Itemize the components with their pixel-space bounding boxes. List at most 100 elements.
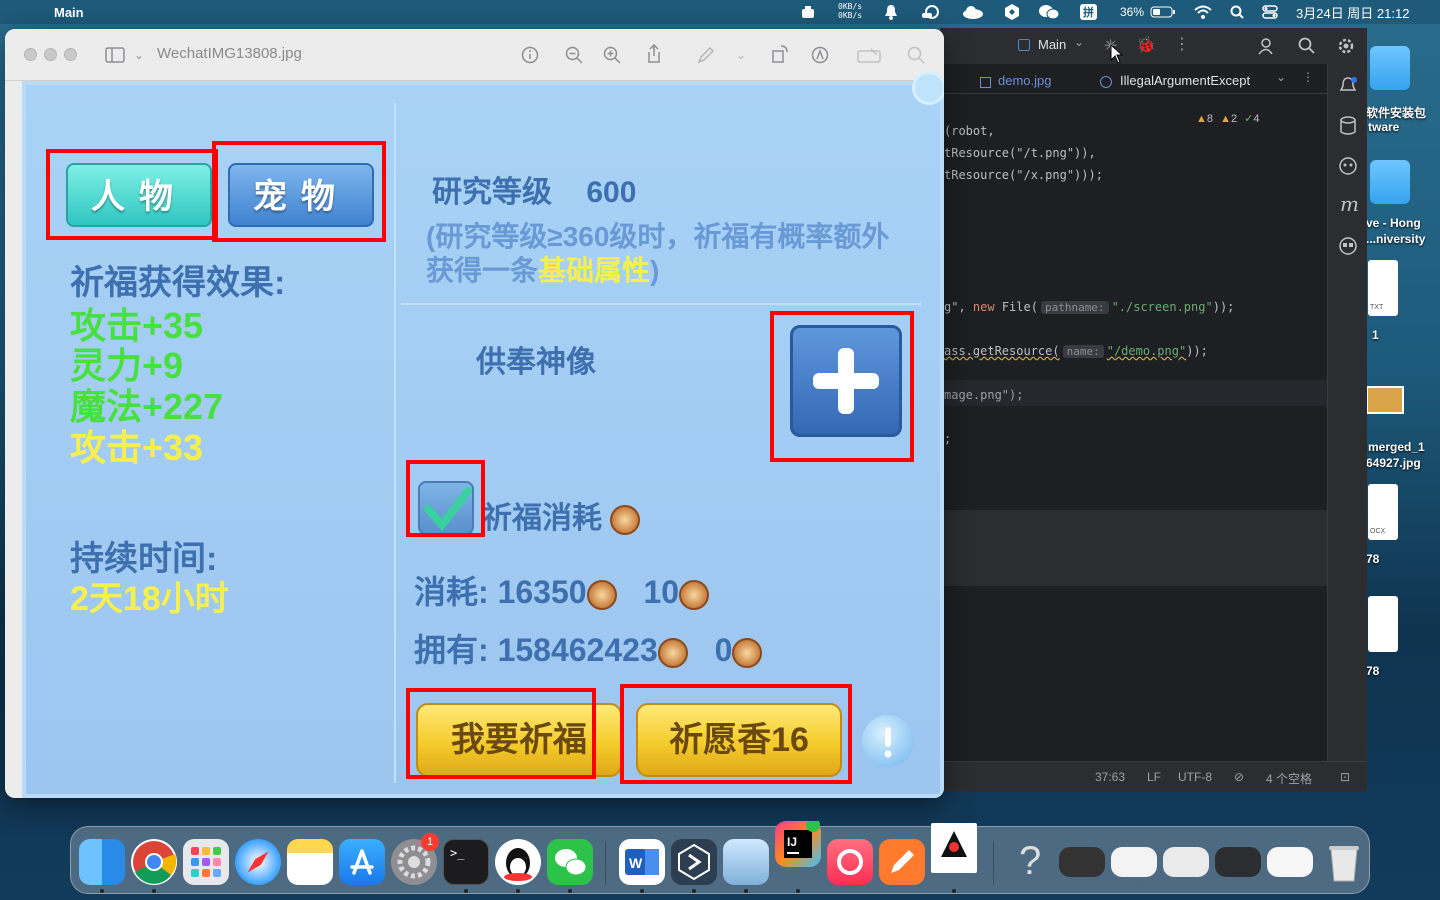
tab-more-icon[interactable]: ⋮ (1302, 70, 1314, 84)
ai-assistant-icon[interactable] (1338, 156, 1358, 176)
zoom-in-icon[interactable] (603, 46, 621, 64)
consume-label: 祈福消耗 (482, 502, 602, 535)
no-hide-icon[interactable]: ⊘ (1234, 770, 1244, 784)
debug-bug-icon[interactable]: 🐞 (1136, 35, 1156, 55)
code-line[interactable]: (robot, (944, 124, 995, 138)
wifi-icon[interactable] (1194, 0, 1212, 24)
terminal-icon[interactable]: >_ (443, 839, 489, 885)
control-center-icon[interactable] (1262, 0, 1278, 24)
help-icon[interactable]: ? (1007, 839, 1053, 885)
share-icon[interactable] (645, 44, 663, 64)
minimized-window-thumbnail[interactable] (1111, 847, 1157, 877)
bottom-panel (940, 510, 1328, 586)
indent-setting[interactable]: 4 个空格 (1266, 770, 1312, 787)
desktop-document-icon[interactable] (1368, 596, 1398, 652)
run-config-selector[interactable]: Main (1038, 37, 1066, 52)
chevron-down-icon[interactable]: ⌄ (729, 43, 753, 67)
offering-label: 供奉神像 (476, 346, 596, 379)
tab-list-chevron-icon[interactable]: ⌄ (1276, 70, 1286, 84)
word-icon[interactable]: W (619, 839, 665, 885)
code-line[interactable]: tResource("/x.png"))); (944, 168, 1103, 182)
minimized-window-thumbnail[interactable] (1163, 847, 1209, 877)
weather-icon[interactable] (920, 0, 940, 24)
inspection-summary[interactable]: ▲8 ▲2 ✓4 (1196, 112, 1260, 125)
zoom-window-button[interactable] (64, 48, 77, 61)
info-icon[interactable] (521, 46, 539, 64)
copilot-icon[interactable] (1338, 236, 1358, 256)
app-store-icon[interactable] (339, 839, 385, 885)
tab-illegal-argument[interactable]: IllegalArgumentExcept (1120, 73, 1250, 88)
lock-icon[interactable]: ⊡ (1340, 770, 1350, 784)
trash-icon[interactable] (1321, 839, 1367, 885)
code-line[interactable]: ass.getResource(name: "/demo.png")); (944, 344, 1208, 358)
database-icon[interactable] (1338, 116, 1358, 136)
preview-icon[interactable] (723, 839, 769, 885)
maven-m-icon[interactable]: m (1340, 192, 1359, 216)
annotate-icon[interactable] (811, 46, 829, 64)
cost-tokens-value: 10 (643, 574, 680, 610)
markup-pen-icon[interactable] (697, 46, 715, 64)
line-ending[interactable]: LF (1147, 770, 1161, 784)
remote-desktop-icon[interactable] (671, 839, 717, 885)
intellij-icon[interactable]: IJ (775, 818, 821, 867)
token-icon (732, 637, 763, 668)
highlight-box (620, 684, 852, 784)
minimized-window-thumbnail[interactable] (1267, 847, 1313, 877)
rotate-icon[interactable] (771, 45, 789, 63)
search-icon[interactable] (1298, 37, 1316, 55)
chrome-icon[interactable] (131, 839, 177, 885)
wechat-icon[interactable] (547, 839, 593, 885)
qq-icon[interactable] (495, 839, 541, 885)
java-icon[interactable] (931, 823, 977, 873)
minimized-window-thumbnail[interactable] (1059, 847, 1105, 877)
network-speed[interactable]: 0KB/s 0KB/s (838, 2, 862, 22)
tab-demo-jpg[interactable]: demo.jpg (998, 73, 1051, 88)
active-app-name[interactable]: Main (54, 0, 84, 24)
desktop-folder-icon[interactable] (1370, 160, 1410, 204)
code-line[interactable]: ; (944, 432, 951, 446)
gpu-icon[interactable] (800, 0, 816, 24)
help-info-button[interactable] (862, 715, 914, 767)
search-icon[interactable] (907, 46, 925, 64)
menubar-clock[interactable]: 3月24日 周日 21:12 (1296, 0, 1409, 24)
shield-app-icon[interactable] (1004, 0, 1020, 24)
settings-gear-icon[interactable] (1336, 36, 1356, 56)
file-encoding[interactable]: UTF-8 (1178, 770, 1212, 784)
chevron-down-icon[interactable]: ⌄ (1074, 35, 1084, 49)
desktop-txt-file-icon[interactable]: TXT (1368, 260, 1398, 316)
chevron-down-icon[interactable]: ⌄ (127, 43, 151, 67)
notifications-bell-icon[interactable] (1338, 76, 1358, 96)
input-method-icon[interactable]: 拼 (1080, 0, 1097, 24)
minimize-window-button[interactable] (44, 48, 57, 61)
code-line[interactable]: g", new File(pathname: "./screen.png")); (944, 300, 1234, 314)
cursor-position[interactable]: 37:63 (1095, 770, 1125, 784)
cloud-icon[interactable] (962, 0, 984, 24)
spotlight-search-icon[interactable] (1230, 0, 1244, 24)
close-window-button[interactable] (24, 48, 37, 61)
more-menu-icon[interactable]: ⋮ (1174, 34, 1190, 54)
notes-icon[interactable] (287, 839, 333, 885)
desktop-label: 78 (1366, 664, 1380, 678)
system-settings-icon[interactable]: 1 (391, 833, 439, 885)
form-fill-icon[interactable] (857, 46, 881, 64)
desktop-folder-icon[interactable] (1370, 46, 1410, 90)
code-line[interactable]: mage.png"); (944, 388, 1023, 402)
bell-icon[interactable] (884, 0, 898, 24)
ide-toolbar: Main ⌄ ✳ 🐞 ⋮ (940, 28, 1367, 64)
music-app-icon[interactable] (827, 839, 873, 885)
minimized-window-thumbnail[interactable] (1215, 847, 1261, 877)
battery-icon[interactable] (1150, 0, 1176, 24)
code-line[interactable]: tResource("/t.png")), (944, 146, 1096, 160)
finder-icon[interactable] (79, 839, 125, 885)
net-download: 0KB/s (838, 11, 863, 20)
desktop-docx-file-icon[interactable]: OCX (1368, 484, 1398, 540)
corner-close-ornament[interactable] (912, 71, 944, 105)
launchpad-icon[interactable] (183, 839, 229, 885)
add-user-icon[interactable] (1258, 37, 1276, 55)
desktop-image-thumbnail-icon[interactable] (1366, 386, 1404, 414)
zoom-out-icon[interactable] (565, 46, 583, 64)
pen-app-icon[interactable] (879, 839, 925, 885)
safari-icon[interactable] (235, 839, 281, 885)
wechat-menubar-icon[interactable] (1038, 0, 1060, 24)
sidebar-toggle-icon[interactable] (105, 47, 125, 63)
